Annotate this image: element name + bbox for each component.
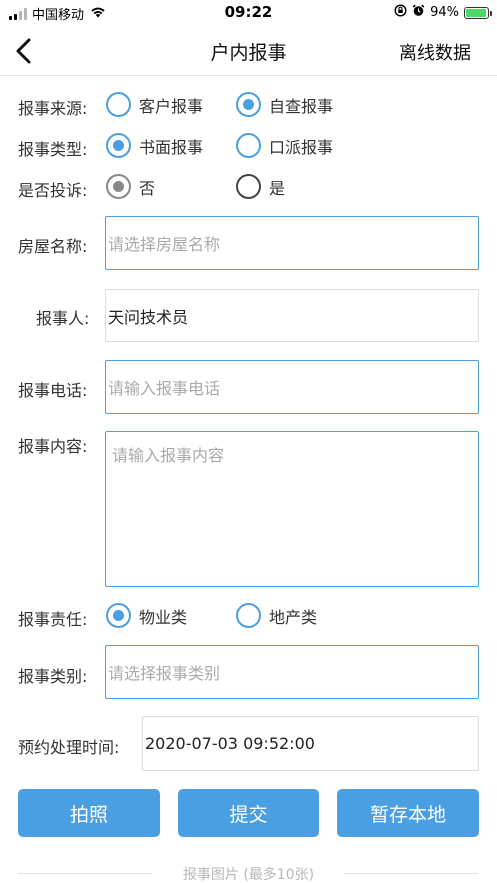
radio-label: 是 [269,178,286,198]
photos-section-label: 报事图片 (最多10张) [182,867,315,883]
complaint-radio-no[interactable]: 否 [106,174,155,199]
source-label: 报事来源: [18,99,88,118]
responsibility-radio-real-estate[interactable]: 地产类 [236,603,317,628]
radio-label: 客户报事 [139,96,204,116]
responsibility-label: 报事责任: [18,610,88,629]
radio-label: 书面报事 [139,137,204,157]
complaint-radio-yes[interactable]: 是 [236,174,285,199]
house-name-label: 房屋名称: [18,237,88,256]
status-right: 94% [394,4,492,21]
alarm-icon [412,4,425,21]
status-bar: 中国移动 09:22 94% [0,0,497,26]
orientation-lock-icon [394,4,407,21]
content-textarea[interactable]: 请输入报事内容 [105,431,479,587]
radio-circle [236,92,261,117]
source-radio-self-check[interactable]: 自查报事 [236,92,333,117]
nav-bar: 户内报事 离线数据 [0,26,497,76]
submit-button[interactable]: 提交 [178,789,319,837]
radio-label: 地产类 [269,607,318,627]
appointment-time-input[interactable]: 2020-07-03 09:52:00 [142,716,479,771]
radio-circle [106,174,131,199]
responsibility-radio-property[interactable]: 物业类 [106,603,187,628]
content-label: 报事内容: [18,437,88,456]
radio-circle [106,133,131,158]
complaint-label: 是否投诉: [18,181,88,200]
type-radio-written[interactable]: 书面报事 [106,133,203,158]
source-radio-customer[interactable]: 客户报事 [106,92,203,117]
reporter-label: 报事人: [36,309,90,328]
reporter-input[interactable]: 天问技术员 [105,289,479,342]
save-local-button[interactable]: 暂存本地 [337,789,479,837]
house-name-input[interactable]: 请选择房屋名称 [105,216,479,270]
radio-circle [236,174,261,199]
type-label: 报事类型: [18,140,88,159]
phone-input[interactable]: 请输入报事电话 [105,360,479,414]
radio-circle [106,92,131,117]
battery-percent: 94% [430,5,459,20]
phone-label: 报事电话: [18,381,88,400]
radio-label: 自查报事 [269,96,334,116]
type-radio-verbal[interactable]: 口派报事 [236,133,333,158]
photo-button[interactable]: 拍照 [18,789,160,837]
category-label: 报事类别: [18,667,88,686]
radio-circle [236,603,261,628]
radio-circle [236,133,261,158]
battery-icon [464,6,492,19]
offline-data-button[interactable]: 离线数据 [399,39,471,65]
category-input[interactable]: 请选择报事类别 [105,645,479,699]
radio-circle [106,603,131,628]
radio-label: 口派报事 [269,137,334,157]
appointment-label: 预约处理时间: [18,738,120,757]
radio-label: 否 [139,178,156,198]
radio-label: 物业类 [139,607,188,627]
